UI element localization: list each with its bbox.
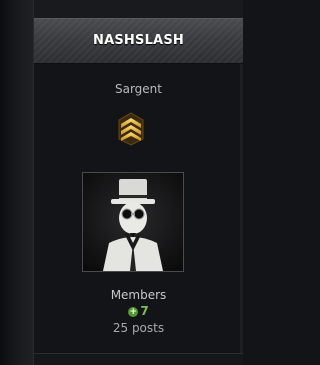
profile-header: NASHSLASH [34, 18, 243, 64]
user-profile-panel: NASHSLASH Sargent Members + 7 25 posts [33, 0, 243, 365]
reputation: +7 [34, 304, 243, 318]
top-strip [34, 0, 243, 18]
sergeant-chevron-icon [118, 112, 144, 146]
member-group: Members [110, 288, 167, 302]
profile-body: Sargent Members + 7 25 posts [34, 64, 243, 353]
avatar[interactable] [82, 172, 184, 272]
left-gutter [0, 0, 33, 365]
reputation-value: 7 [140, 304, 149, 318]
plus-circle-icon: + [128, 307, 139, 317]
right-edge [240, 64, 243, 353]
username-link[interactable]: NASHSLASH [34, 33, 243, 48]
avatar-image [83, 173, 183, 271]
post-count[interactable]: 25 posts [34, 321, 243, 335]
rank-title: Sargent [114, 82, 162, 96]
divider [34, 353, 243, 354]
